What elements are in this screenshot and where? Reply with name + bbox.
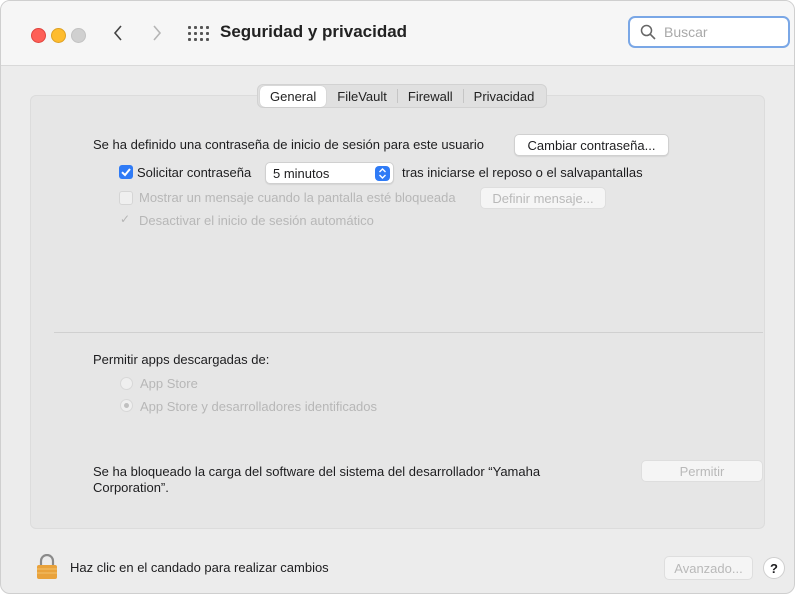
zoom-window-button[interactable] xyxy=(71,28,86,43)
radio-app-store-identified[interactable] xyxy=(120,399,133,412)
change-password-button[interactable]: Cambiar contraseña... xyxy=(514,134,669,156)
forward-button[interactable] xyxy=(146,19,168,47)
tab-general[interactable]: General xyxy=(260,85,327,107)
tab-bar: General FileVault Firewall Privacidad xyxy=(257,84,548,108)
disable-autologin-label: Desactivar el inicio de sesión automátic… xyxy=(139,213,374,228)
lock-hint-label: Haz clic en el candado para realizar cam… xyxy=(70,560,329,575)
chevron-right-icon xyxy=(153,25,162,41)
search-field[interactable] xyxy=(628,16,790,48)
show-all-grid-icon[interactable] xyxy=(186,23,210,45)
allow-button[interactable]: Permitir xyxy=(641,460,763,482)
checkmark-icon xyxy=(121,168,131,177)
title-bar: Seguridad y privacidad xyxy=(1,1,794,66)
allow-apps-heading: Permitir apps descargadas de: xyxy=(93,352,270,367)
tab-firewall[interactable]: Firewall xyxy=(398,86,463,107)
tab-filevault[interactable]: FileVault xyxy=(327,86,397,107)
search-input[interactable] xyxy=(662,23,786,41)
show-message-checkbox[interactable] xyxy=(119,191,133,205)
window-title: Seguridad y privacidad xyxy=(220,22,408,41)
password-delay-value: 5 minutos xyxy=(273,166,330,181)
blocked-software-text-line2: Corporation”. xyxy=(93,480,169,495)
chevron-left-icon xyxy=(113,25,122,41)
help-button[interactable]: ? xyxy=(763,557,785,579)
preferences-window: Seguridad y privacidad General FileVault… xyxy=(0,0,795,594)
blocked-software-text-line1: Se ha bloqueado la carga del software de… xyxy=(93,464,541,479)
advanced-button[interactable]: Avanzado... xyxy=(664,556,753,580)
require-password-label: Solicitar contraseña xyxy=(137,165,252,180)
require-password-checkbox[interactable] xyxy=(119,165,133,179)
section-divider xyxy=(54,332,763,333)
password-delay-select[interactable]: 5 minutos xyxy=(265,162,394,184)
close-window-button[interactable] xyxy=(31,28,46,43)
require-password-suffix: tras iniciarse el reposo o el salvapanta… xyxy=(402,165,643,180)
radio-app-store[interactable] xyxy=(120,377,133,390)
lock-icon[interactable] xyxy=(36,553,58,580)
radio-app-store-identified-label: App Store y desarrolladores identificado… xyxy=(140,399,378,414)
set-message-button[interactable]: Definir mensaje... xyxy=(480,187,606,209)
checkmark-icon[interactable]: ✓ xyxy=(120,212,130,226)
tab-privacy[interactable]: Privacidad xyxy=(464,86,545,107)
search-icon xyxy=(640,24,656,40)
minimize-window-button[interactable] xyxy=(51,28,66,43)
radio-app-store-label: App Store xyxy=(140,376,198,391)
password-set-label: Se ha definido una contraseña de inicio … xyxy=(93,137,484,152)
show-message-label: Mostrar un mensaje cuando la pantalla es… xyxy=(139,190,456,205)
back-button[interactable] xyxy=(107,19,129,47)
chevron-updown-icon xyxy=(375,166,390,181)
